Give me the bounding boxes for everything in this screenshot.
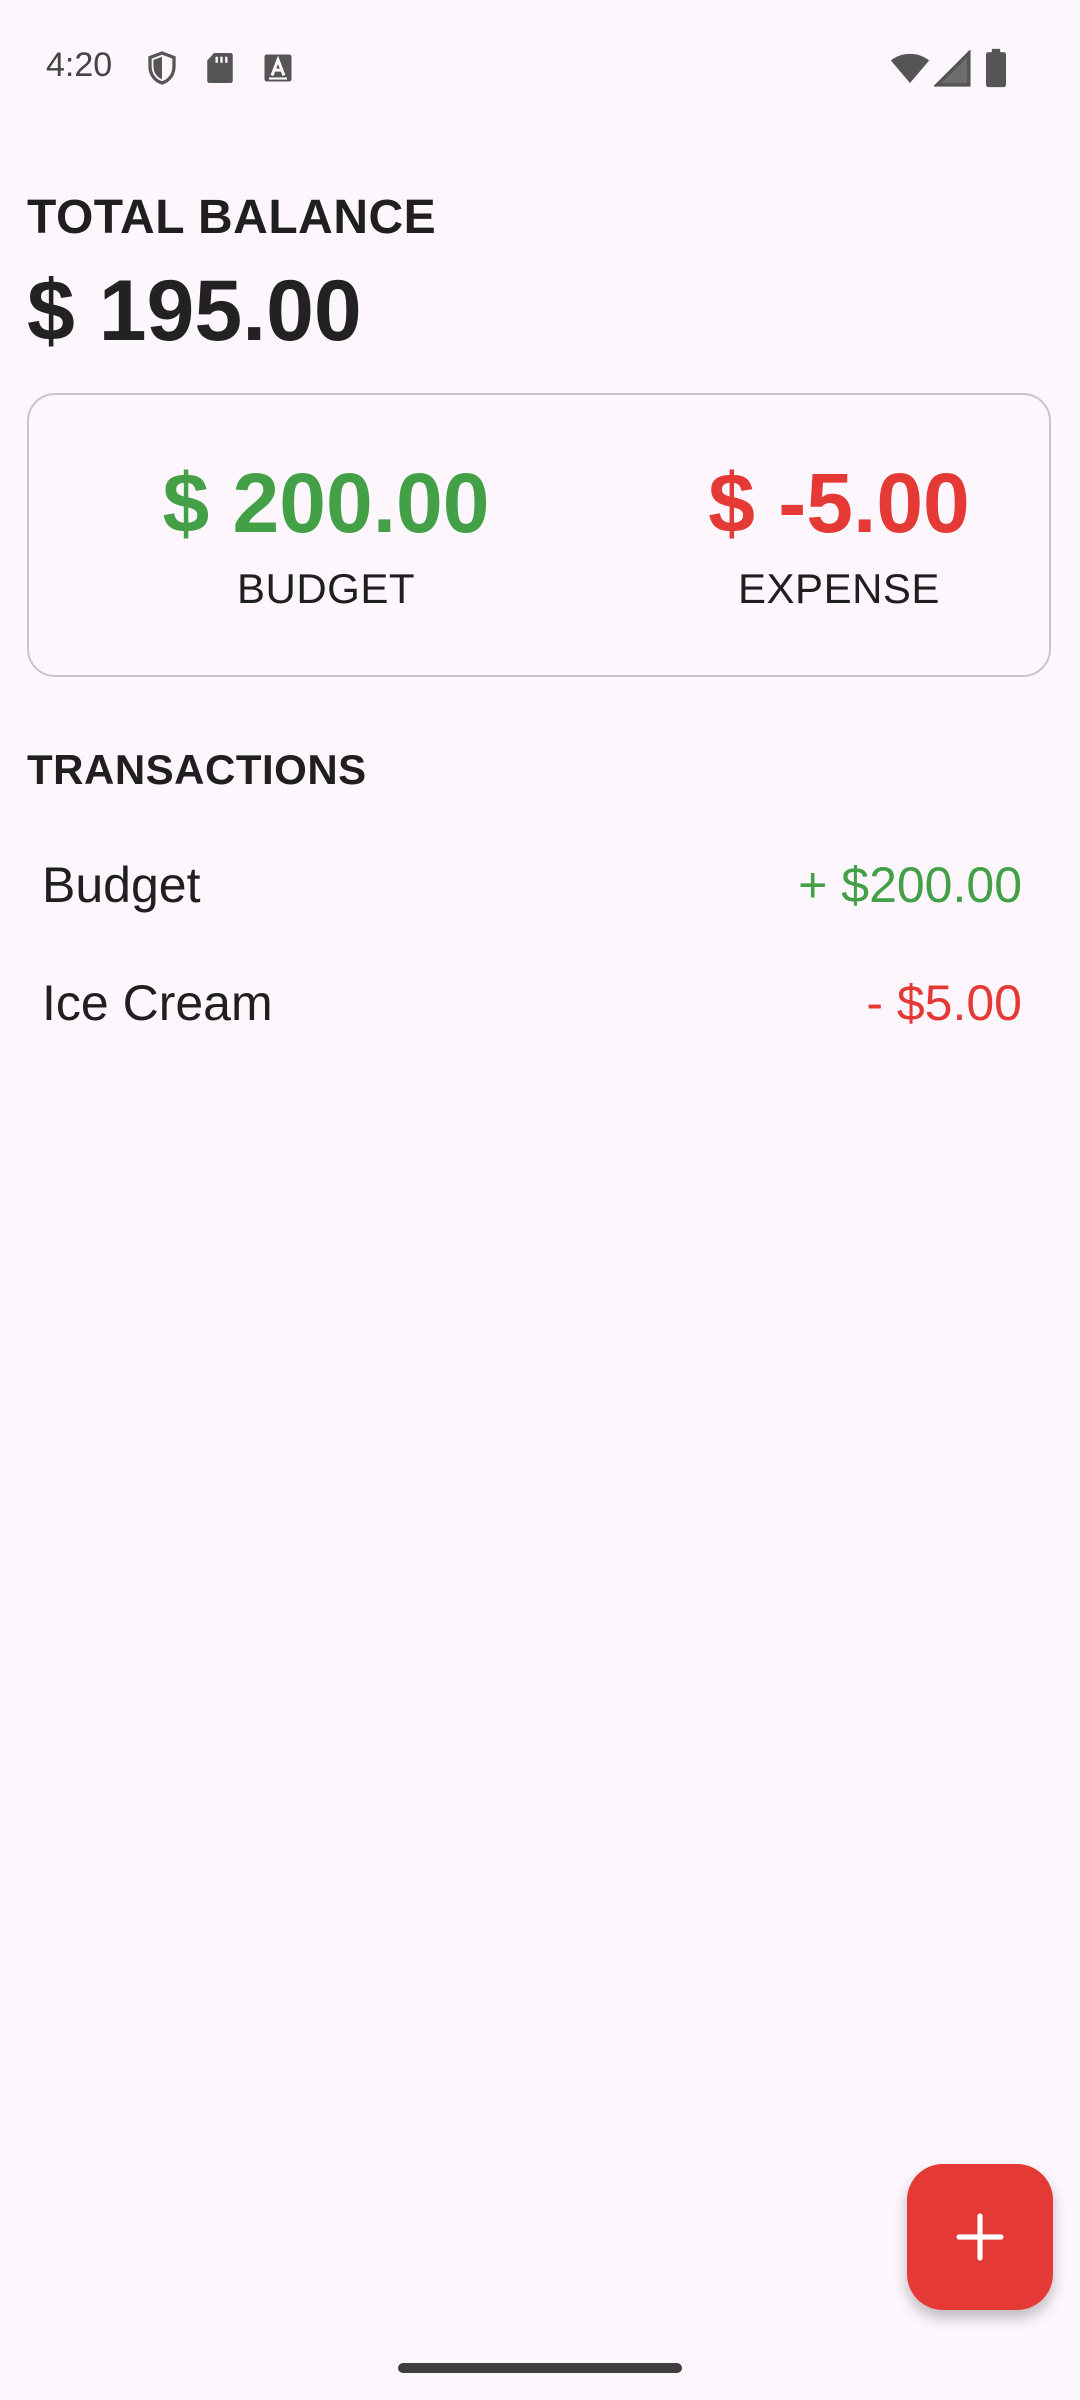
status-bar: 4:20 [0, 0, 1080, 136]
total-balance-value: $ 195.00 [27, 263, 362, 359]
sd-card-icon [202, 50, 238, 86]
budget-amount: $ 200.00 [162, 456, 490, 550]
budget-label: BUDGET [236, 565, 415, 612]
expense-label: EXPENSE [738, 565, 940, 612]
cell-signal-icon [934, 50, 972, 88]
keyboard-a-icon [260, 50, 296, 86]
expense-summary: $ -5.00 EXPENSE [629, 461, 1049, 613]
battery-icon [982, 48, 1010, 88]
wifi-icon [890, 48, 930, 88]
total-balance-label: TOTAL BALANCE [27, 191, 437, 244]
status-time: 4:20 [46, 46, 113, 84]
transaction-name: Budget [42, 857, 201, 913]
plus-icon [952, 2209, 1008, 2265]
transaction-amount: - $5.00 [866, 975, 1022, 1031]
summary-card: $ 200.00 BUDGET $ -5.00 EXPENSE [27, 393, 1051, 677]
transaction-row[interactable]: Ice Cream - $5.00 [42, 966, 1022, 1046]
transaction-amount: + $200.00 [798, 857, 1022, 913]
transaction-row[interactable]: Budget + $200.00 [42, 848, 1022, 928]
expense-amount: $ -5.00 [708, 456, 970, 550]
transaction-name: Ice Cream [42, 975, 273, 1031]
transactions-title: TRANSACTIONS [27, 746, 367, 793]
home-indicator[interactable] [398, 2363, 682, 2373]
add-transaction-button[interactable] [907, 2164, 1053, 2310]
budget-summary: $ 200.00 BUDGET [116, 461, 536, 613]
shield-icon [144, 50, 180, 86]
